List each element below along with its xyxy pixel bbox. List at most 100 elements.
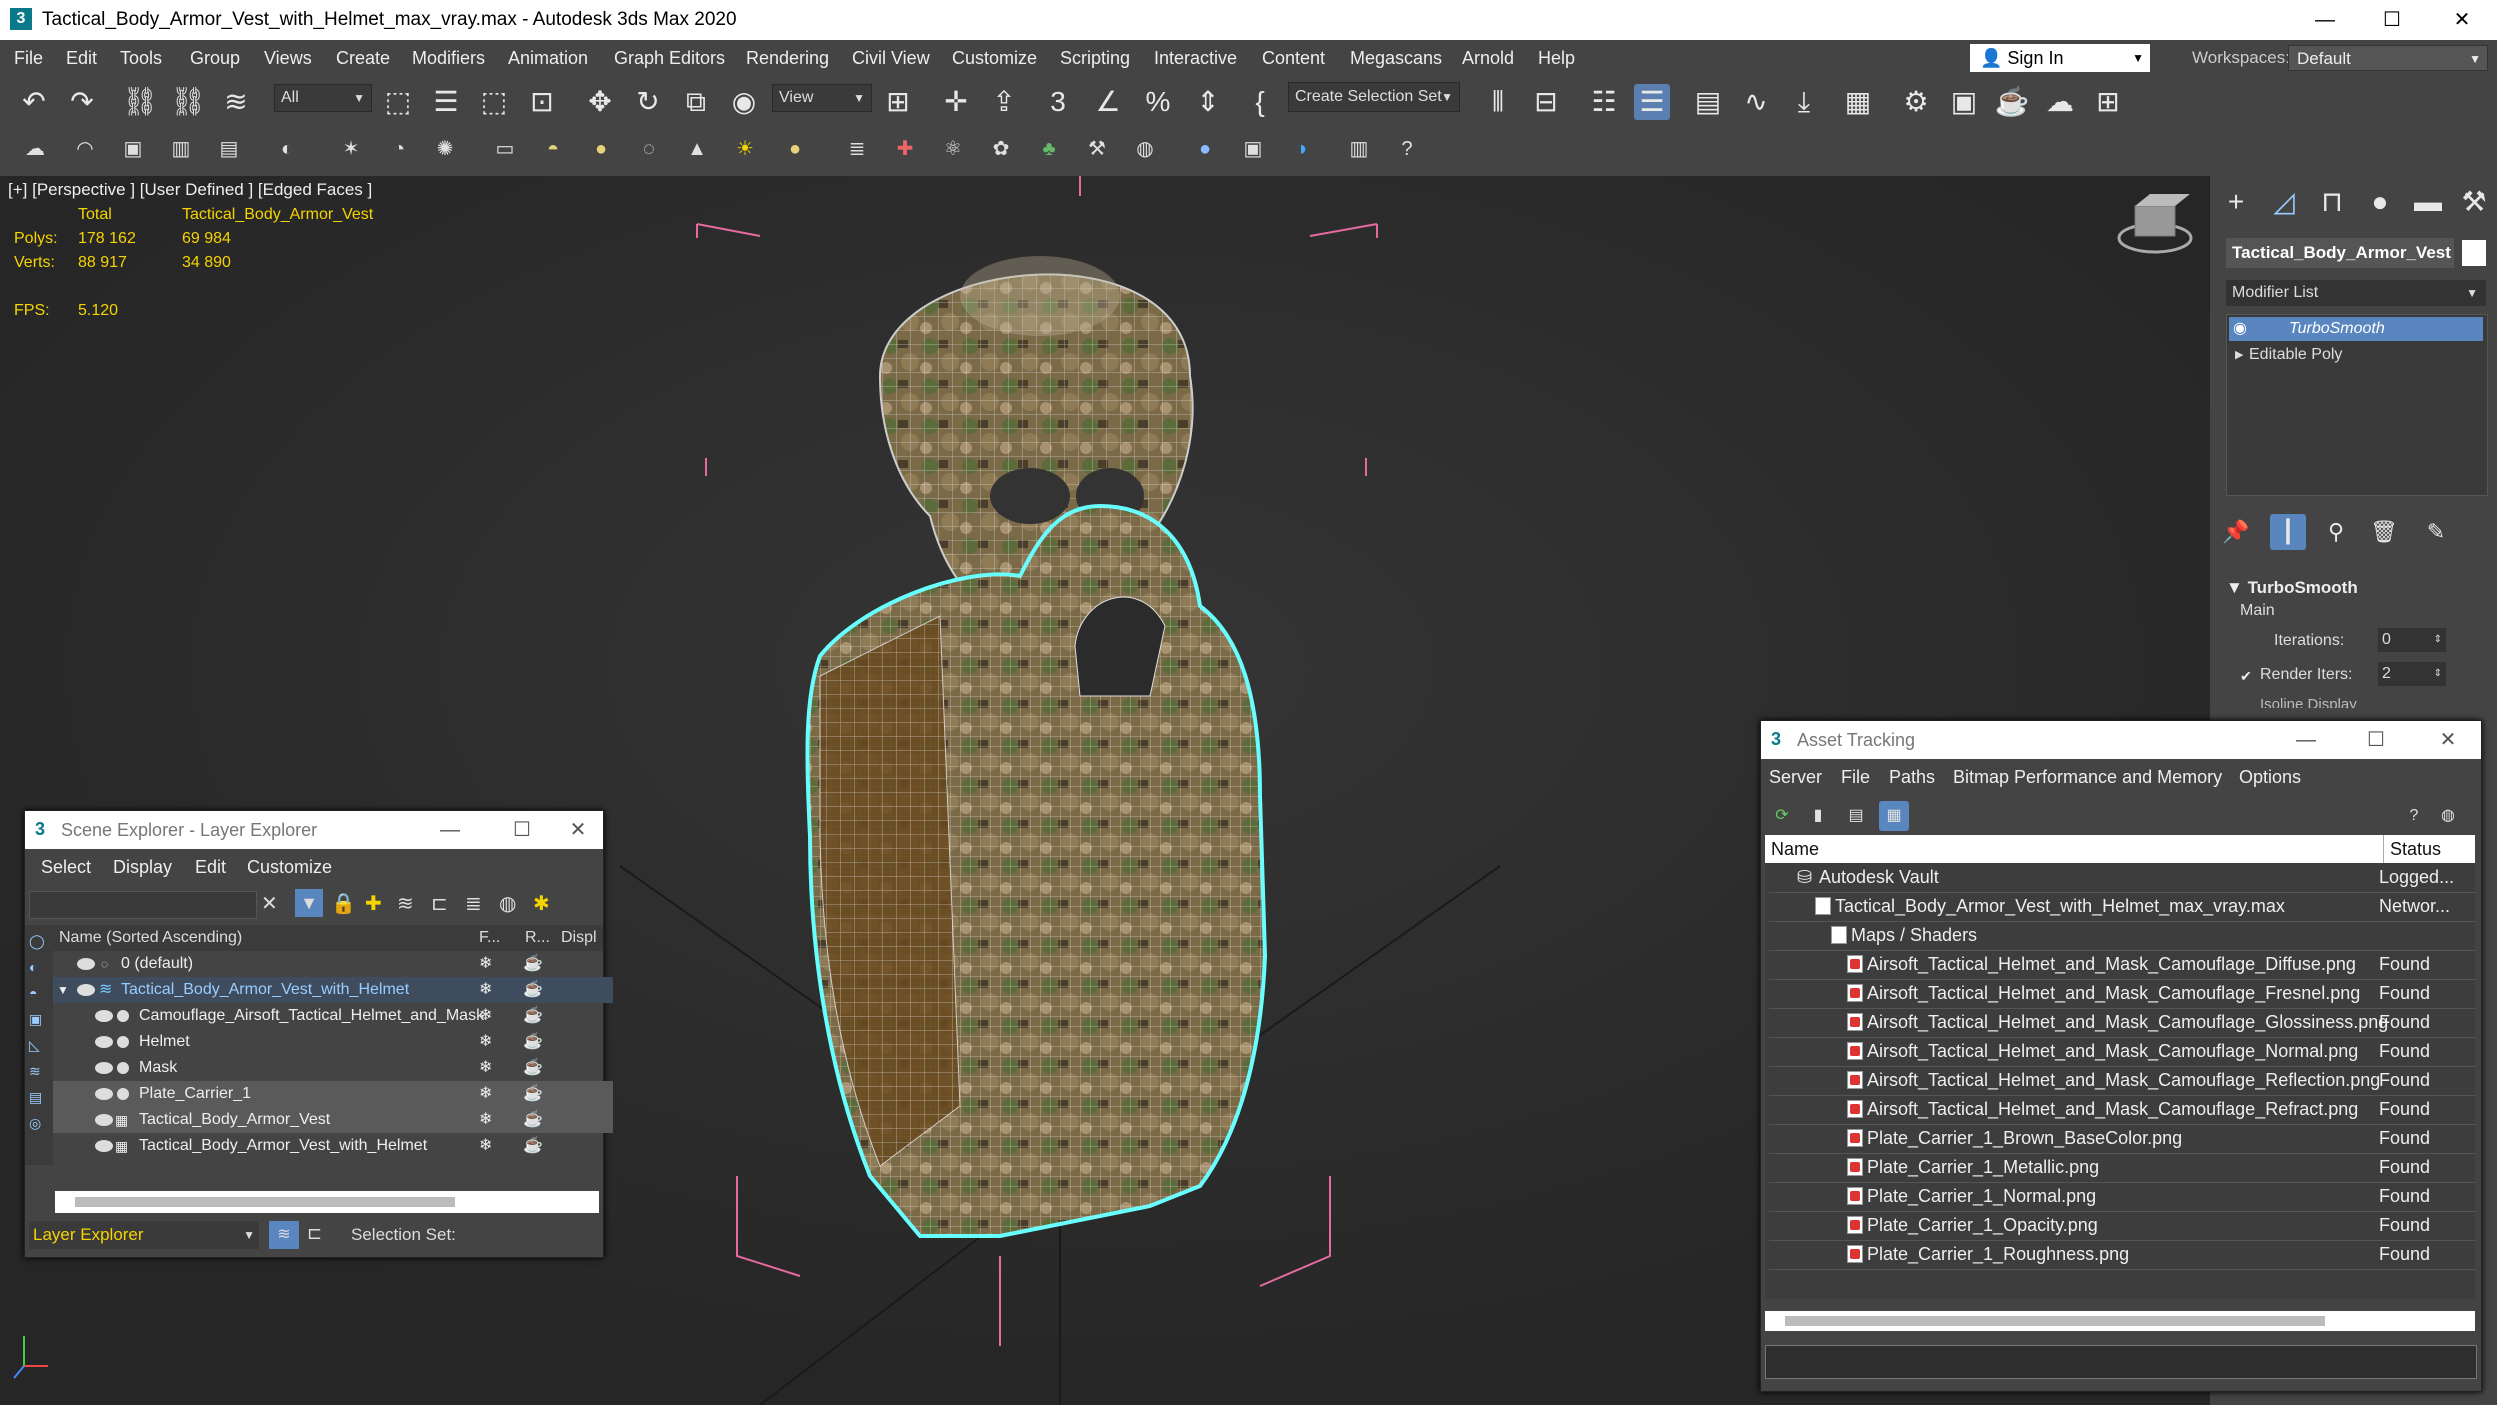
asset-row[interactable]: Airsoft_Tactical_Helmet_and_Mask_Camoufl… xyxy=(1769,1008,2475,1038)
vray-render-icon[interactable]: ▥ xyxy=(1344,134,1374,164)
layer-row[interactable]: ▼ ≋ Tactical_Body_Armor_Vest_with_Helmet… xyxy=(53,977,613,1003)
asset-row[interactable]: Plate_Carrier_1_Normal.png Found xyxy=(1769,1182,2475,1212)
render-teapot-icon[interactable]: ☕ xyxy=(523,1003,543,1029)
menu-megascans[interactable]: Megascans xyxy=(1350,40,1442,76)
menu-arnold[interactable]: Arnold xyxy=(1462,40,1514,76)
sun-icon[interactable]: ☀ xyxy=(730,134,760,164)
visibility-eye-icon[interactable] xyxy=(95,1140,113,1152)
angle-snap-icon[interactable]: ∠ xyxy=(1090,84,1126,120)
freeze-icon[interactable]: ❄ xyxy=(479,1029,492,1055)
motion-tab-icon[interactable]: ● xyxy=(2362,184,2398,220)
visibility-eye-icon[interactable] xyxy=(95,1088,113,1100)
vray-lister-icon[interactable]: ◍ xyxy=(1130,134,1160,164)
modify-tab-icon[interactable]: ◿ xyxy=(2266,184,2302,220)
object-color-swatch[interactable] xyxy=(2462,240,2486,266)
remove-modifier-icon[interactable]: 🗑 xyxy=(2366,514,2402,550)
sphere-icon[interactable]: ● xyxy=(586,134,616,164)
hierarchy-toggle-icon[interactable]: ⊏ xyxy=(307,1223,322,1244)
window-crossing-icon[interactable]: ⊡ xyxy=(524,84,560,120)
highlight-icon[interactable]: ◍ xyxy=(499,891,516,916)
close-button[interactable]: ✕ xyxy=(2432,4,2492,36)
minimize-button[interactable]: — xyxy=(2295,4,2355,36)
visibility-eye-icon[interactable] xyxy=(95,1036,113,1048)
settings-icon[interactable]: ✱ xyxy=(533,891,550,916)
viewport-label[interactable]: [+] [Perspective ] [User Defined ] [Edge… xyxy=(8,180,372,200)
menu-display[interactable]: Display xyxy=(113,851,172,883)
snaps-toggle-icon[interactable]: 3 xyxy=(1040,84,1076,120)
sign-in-dropdown[interactable]: 👤 Sign In ▼ xyxy=(1970,44,2150,72)
toggle-layer-explorer-icon[interactable]: ☰ xyxy=(1634,84,1670,120)
percent-snap-icon[interactable]: % xyxy=(1140,84,1176,120)
menu-file[interactable]: File xyxy=(14,40,43,76)
toggle-scene-explorer-icon[interactable]: ☷ xyxy=(1586,84,1622,120)
spinner-arrows-icon[interactable]: ⇕ xyxy=(2434,662,2442,686)
asset-row[interactable]: Airsoft_Tactical_Helmet_and_Mask_Camoufl… xyxy=(1769,1037,2475,1067)
help-icon[interactable]: ? xyxy=(2399,801,2429,831)
rendered-frame-window-icon[interactable]: ▣ xyxy=(1946,84,1982,120)
asset-row[interactable]: Airsoft_Tactical_Helmet_and_Mask_Camoufl… xyxy=(1769,979,2475,1009)
menu-civil-view[interactable]: Civil View xyxy=(852,40,930,76)
menu-edit[interactable]: Edit xyxy=(66,40,97,76)
layer-row[interactable]: ◌ 0 (default) ❄ ☕ xyxy=(53,951,613,977)
asset-row[interactable]: Plate_Carrier_1_Metallic.png Found xyxy=(1769,1153,2475,1183)
render-teapot-icon[interactable]: ☕ xyxy=(523,951,543,977)
sphere-light-icon[interactable]: ◔ xyxy=(384,134,414,164)
object-row[interactable]: Camouflage_Airsoft_Tactical_Helmet_and_M… xyxy=(53,1003,613,1029)
object-name-field[interactable]: Tactical_Body_Armor_Vest xyxy=(2226,238,2454,268)
spinner-arrows-icon[interactable]: ⇕ xyxy=(2434,628,2442,652)
teapot-icon[interactable]: ☁ xyxy=(20,134,50,164)
freeze-icon[interactable]: ❄ xyxy=(479,1003,492,1029)
freeze-icon[interactable]: ❄ xyxy=(479,977,492,1003)
freeze-icon[interactable]: ❄ xyxy=(479,1107,492,1133)
maximize-button[interactable]: ☐ xyxy=(2353,721,2399,759)
menu-file[interactable]: File xyxy=(1841,761,1870,793)
volume-grid-icon[interactable]: ⚛ xyxy=(938,134,968,164)
ambient-icon[interactable]: ● xyxy=(780,134,810,164)
menu-graph-editors[interactable]: Graph Editors xyxy=(614,40,725,76)
keyboard-shortcut-override-icon[interactable]: ⇪ xyxy=(986,84,1022,120)
help-icon[interactable]: ? xyxy=(1392,134,1422,164)
add-layer-icon[interactable]: ✚ xyxy=(365,891,382,916)
hierarchy-icon[interactable]: ⊏ xyxy=(431,891,448,916)
vray-tools-icon[interactable]: ⚒ xyxy=(1082,134,1112,164)
menu-help[interactable]: Help xyxy=(1538,40,1575,76)
render-in-cloud-icon[interactable]: ☁ xyxy=(2042,84,2078,120)
shapes-icon[interactable]: ◠ xyxy=(70,134,100,164)
reference-coord-dropdown[interactable]: View ▼ xyxy=(772,84,872,112)
menu-customize[interactable]: Customize xyxy=(247,851,332,883)
visibility-eye-icon[interactable] xyxy=(77,984,95,996)
column-display[interactable]: Displ xyxy=(561,925,597,951)
maximize-button[interactable]: ☐ xyxy=(499,811,545,849)
bind-space-warp-icon[interactable]: ≋ xyxy=(218,84,254,120)
display-geometry-icon[interactable]: ◐ xyxy=(29,959,37,975)
stack-item-turbosmooth[interactable]: ◉ TurboSmooth xyxy=(2229,317,2483,341)
asset-row[interactable]: Airsoft_Tactical_Helmet_and_Mask_Camoufl… xyxy=(1769,950,2475,980)
body-armor-vest-model[interactable] xyxy=(805,503,1268,1238)
select-by-name-icon[interactable]: ☰ xyxy=(428,84,464,120)
menu-options[interactable]: Options xyxy=(2239,761,2301,793)
explorer-type-dropdown[interactable]: Layer Explorer ▼ xyxy=(29,1221,259,1249)
object-row[interactable]: ▦ Tactical_Body_Armor_Vest ❄ ☕ xyxy=(53,1107,613,1133)
named-selection-set-dropdown[interactable]: Create Selection Set ▼ xyxy=(1288,82,1460,112)
menu-server[interactable]: Server xyxy=(1769,761,1822,793)
menu-group[interactable]: Group xyxy=(190,40,240,76)
dome-light-icon[interactable]: ✺ xyxy=(430,134,460,164)
column-name[interactable]: Name (Sorted Ascending) xyxy=(59,925,242,951)
menu-tools[interactable]: Tools xyxy=(120,40,162,76)
minimize-button[interactable]: — xyxy=(427,811,473,849)
undo-icon[interactable]: ↶ xyxy=(16,84,52,120)
close-button[interactable]: ✕ xyxy=(555,811,601,849)
move-icon[interactable]: ✥ xyxy=(582,84,618,120)
mesh-icon[interactable]: ◌ xyxy=(634,134,664,164)
create-tab-icon[interactable]: + xyxy=(2218,184,2254,220)
freeze-icon[interactable]: ❄ xyxy=(479,951,492,977)
render-teapot-icon[interactable]: ☕ xyxy=(523,1029,543,1055)
visibility-eye-icon[interactable] xyxy=(95,1010,113,1022)
plane-icon[interactable]: ▭ xyxy=(490,134,520,164)
menu-paths[interactable]: Paths xyxy=(1889,761,1935,793)
select-object-icon[interactable]: ⬚ xyxy=(380,84,416,120)
visibility-eye-icon[interactable] xyxy=(95,1114,113,1126)
vray-frame-buffer-icon[interactable]: ▣ xyxy=(1238,134,1268,164)
isoline-display-label[interactable]: Isoline Display xyxy=(2260,696,2357,708)
menu-select[interactable]: Select xyxy=(41,851,91,883)
